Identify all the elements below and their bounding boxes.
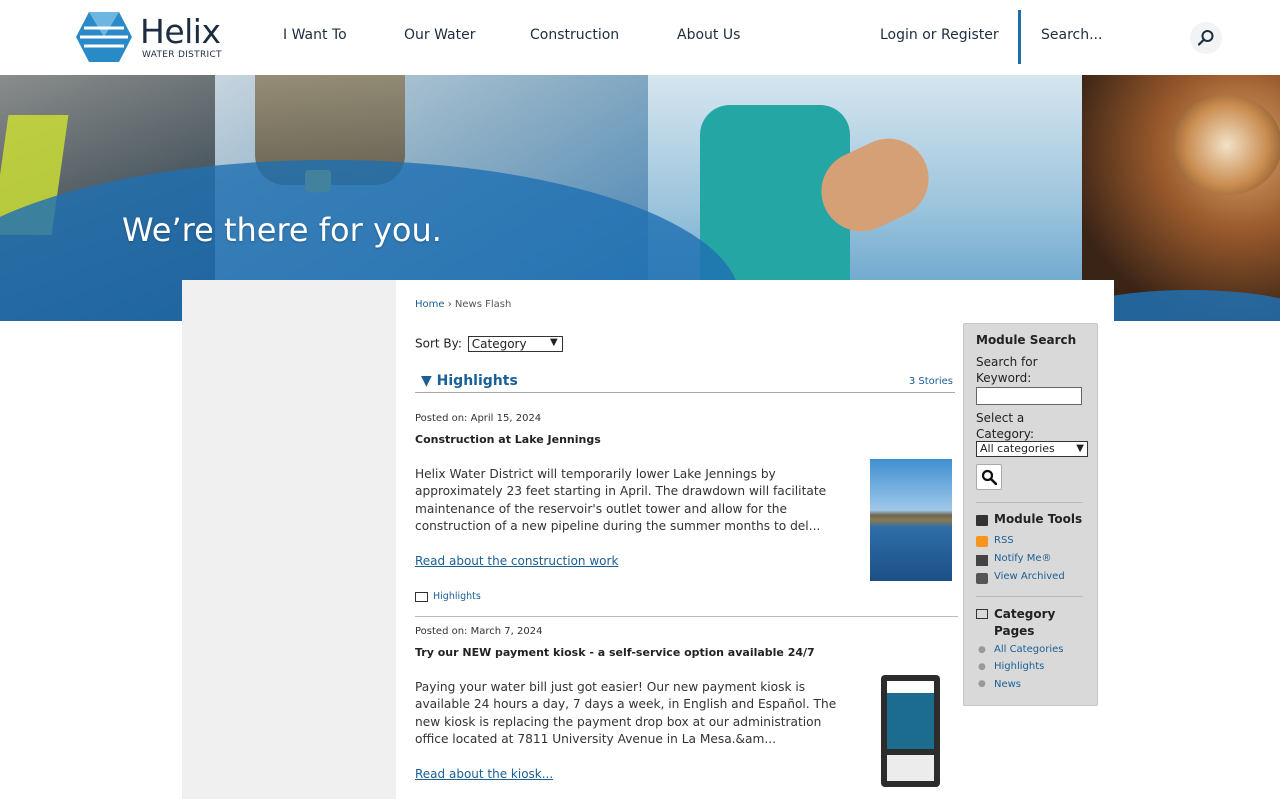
chevron-down-icon: ▼ <box>1076 443 1084 454</box>
site-header: Helix WATER DISTRICT I Want To Our Water… <box>0 0 1280 75</box>
site-search-button[interactable] <box>1190 22 1222 54</box>
category-pages-title: Category Pages <box>994 607 1056 638</box>
book-icon <box>415 591 428 602</box>
bullet: ● <box>978 662 986 672</box>
breadcrumb-current: News Flash <box>454 299 512 310</box>
category-page-news[interactable]: News <box>994 679 1021 690</box>
keyword-input[interactable] <box>976 387 1082 405</box>
category-select[interactable]: All categories ▼ <box>976 441 1088 457</box>
news-posted-date: Posted on: March 7, 2024 <box>415 626 543 637</box>
search-icon <box>981 469 997 485</box>
banner-coffee-cup <box>1172 95 1280 195</box>
search-icon <box>1197 30 1214 46</box>
news-category-label: Highlights <box>433 591 481 602</box>
nav-our-water[interactable]: Our Water <box>404 27 475 43</box>
news-title[interactable]: Construction at Lake Jennings <box>415 433 601 446</box>
section-title-text: Highlights <box>436 373 518 389</box>
module-divider <box>976 502 1083 503</box>
news-separator <box>415 616 958 617</box>
breadcrumb: Home › News Flash <box>415 299 511 310</box>
category-select-value: All categories <box>980 442 1055 455</box>
banner-tagline: We’re there for you. <box>122 211 442 249</box>
rss-icon <box>976 536 988 547</box>
breadcrumb-home[interactable]: Home <box>415 299 445 310</box>
news-category[interactable]: Highlights <box>415 591 481 602</box>
archive-icon <box>976 573 988 584</box>
view-archived-link[interactable]: View Archived <box>994 571 1065 582</box>
module-sidebar: Module Search Search for Keyword: Select… <box>963 323 1098 706</box>
news-title[interactable]: Try our NEW payment kiosk - a self-servi… <box>415 646 815 659</box>
left-column <box>182 280 396 799</box>
module-tools-title: Module Tools <box>994 512 1083 526</box>
kiosk-screen-header <box>887 681 934 693</box>
bullet: ● <box>978 645 986 655</box>
news-read-more-link[interactable]: Read about the construction work <box>415 554 618 568</box>
bullet: ● <box>978 679 986 689</box>
news-posted-date: Posted on: April 15, 2024 <box>415 413 542 424</box>
category-label: Select a Category: <box>976 411 1034 441</box>
login-register-link[interactable]: Login or Register <box>880 27 999 43</box>
story-count: 3 Stories <box>908 376 953 387</box>
sort-by-label: Sort By: <box>415 336 462 351</box>
module-search-button[interactable] <box>976 464 1002 490</box>
helix-logo-icon <box>76 12 132 62</box>
helix-logo[interactable]: Helix WATER DISTRICT <box>74 10 234 64</box>
module-search-title: Module Search <box>976 333 1077 347</box>
kiosk-base <box>887 755 934 781</box>
logo-subtitle: WATER DISTRICT <box>142 50 222 60</box>
sort-by-value: Category <box>471 337 527 351</box>
news-image-kiosk[interactable] <box>881 675 940 787</box>
news-body: Paying your water bill just got easier! … <box>415 680 837 746</box>
logo-name: Helix <box>140 12 221 51</box>
news-image-lake[interactable] <box>870 459 952 581</box>
news-read-more-link[interactable]: Read about the kiosk... <box>415 767 553 781</box>
triangle-down-icon: ▼ <box>421 373 432 389</box>
mail-icon <box>976 555 988 566</box>
module-divider <box>976 596 1083 597</box>
sort-by-select[interactable]: Category ▼ <box>467 336 563 352</box>
nav-construction[interactable]: Construction <box>530 27 619 43</box>
section-title[interactable]: ▼ Highlights <box>421 373 518 389</box>
section-header: ▼ Highlights 3 Stories <box>415 372 955 393</box>
news-body: Helix Water District will temporarily lo… <box>415 467 827 533</box>
nav-about-us[interactable]: About Us <box>677 27 740 43</box>
chevron-down-icon: ▼ <box>550 337 558 348</box>
nav-i-want-to[interactable]: I Want To <box>283 27 347 43</box>
toolbox-icon <box>976 515 988 526</box>
kiosk-screen <box>887 681 934 749</box>
header-divider <box>1018 10 1021 64</box>
sort-by: Sort By: Category ▼ <box>415 336 563 352</box>
breadcrumb-separator: › <box>447 299 452 310</box>
category-page-highlights[interactable]: Highlights <box>994 661 1044 672</box>
category-page-all[interactable]: All Categories <box>994 644 1063 655</box>
book-icon <box>976 609 988 619</box>
site-search-input[interactable]: Search... <box>1041 27 1102 43</box>
keyword-label: Search for Keyword: <box>976 355 1038 385</box>
rss-link[interactable]: RSS <box>994 535 1014 546</box>
notify-me-link[interactable]: Notify Me® <box>994 553 1052 564</box>
